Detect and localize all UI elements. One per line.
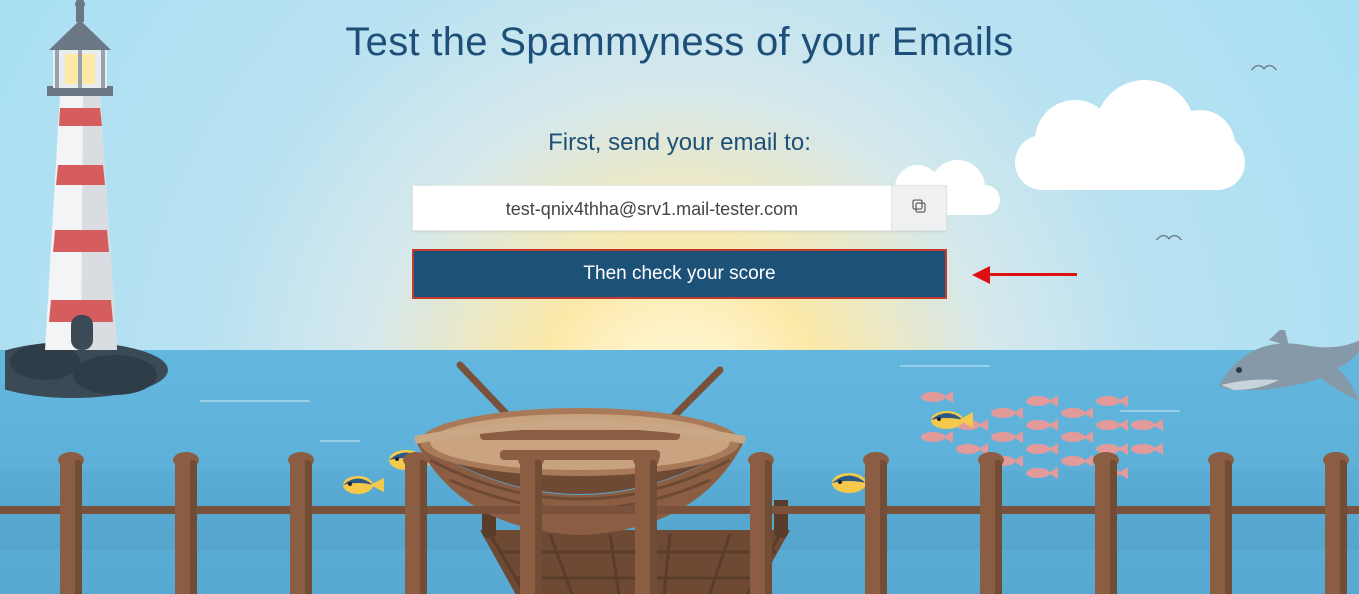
copy-icon [910, 197, 928, 220]
dolphin-icon [1209, 330, 1359, 400]
page-title: Test the Spammyness of your Emails [0, 20, 1359, 65]
fish-school-icon [919, 390, 1179, 500]
email-input-row: test-qnix4thha@srv1.mail-tester.com [412, 185, 947, 231]
boat-icon [400, 360, 760, 530]
check-score-button[interactable]: Then check your score [412, 249, 947, 299]
copy-button[interactable] [891, 185, 947, 231]
instruction-text: First, send your email to: [0, 129, 1359, 157]
fish-icon [825, 460, 885, 510]
annotation-arrow-icon [972, 267, 1077, 283]
test-email-address[interactable]: test-qnix4thha@srv1.mail-tester.com [412, 185, 891, 231]
